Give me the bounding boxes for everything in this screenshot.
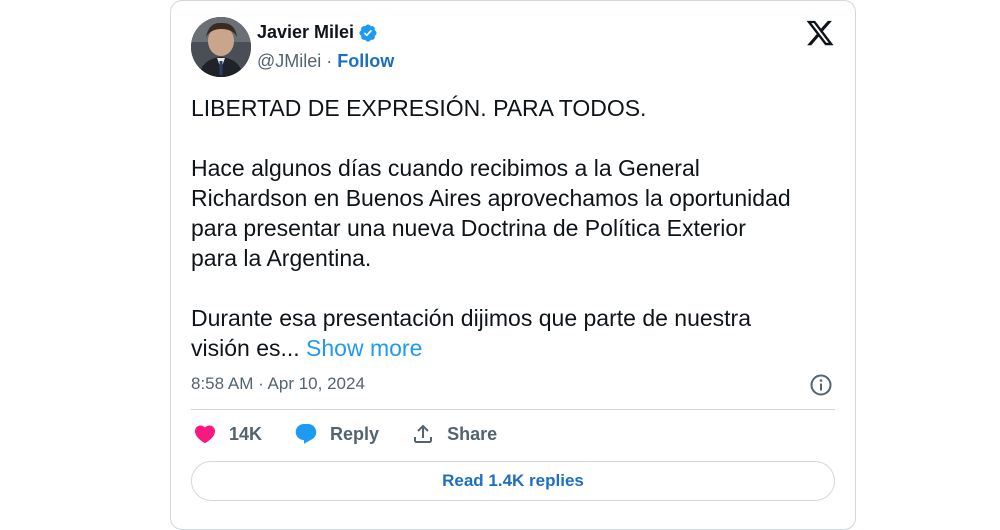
avatar-image [191, 17, 251, 77]
verified-badge-icon [359, 23, 377, 42]
author-handle[interactable]: @JMilei [257, 51, 321, 71]
author-name[interactable]: Javier Milei [257, 22, 354, 43]
tweet-timestamp[interactable]: 8:58 AM · Apr 10, 2024 [191, 374, 365, 394]
share-icon [414, 424, 433, 443]
like-button[interactable]: 14K [193, 422, 262, 446]
divider [191, 409, 835, 410]
reply-button[interactable]: Reply [294, 422, 379, 446]
tweet-line: para la Argentina. [191, 245, 372, 271]
share-button[interactable]: Share [411, 422, 497, 446]
tweet-line: Hace algunos días cuando recibimos a la … [191, 155, 700, 181]
avatar[interactable] [191, 17, 251, 77]
share-label: Share [447, 423, 498, 444]
reply-label: Reply [330, 423, 380, 444]
tweet-card: Javier Milei @JMilei · Follow LIBERTAD D… [170, 0, 856, 530]
author-handle-row: @JMilei · Follow [257, 51, 394, 72]
tweet-line: Richardson en Buenos Aires aprovechamos … [191, 185, 791, 211]
x-logo-icon[interactable] [805, 18, 835, 48]
reply-bubble-icon [295, 424, 317, 444]
tweet-truncated-text: visión es... [191, 335, 300, 361]
author-name-row: Javier Milei [257, 22, 378, 43]
heart-icon [194, 425, 216, 444]
tweet-line: para presentar una nueva Doctrina de Pol… [191, 215, 746, 241]
info-icon[interactable] [809, 373, 833, 397]
read-replies-button[interactable]: Read 1.4K replies [191, 461, 835, 501]
handle-separator: · [321, 51, 338, 71]
action-bar: 14K Reply Share [193, 422, 529, 446]
tweet-line-last: visión es... Show more [191, 333, 841, 363]
tweet-line: Durante esa presentación dijimos que par… [191, 305, 752, 331]
follow-button[interactable]: Follow [337, 51, 394, 71]
tweet-text: LIBERTAD DE EXPRESIÓN. PARA TODOS. Hace … [191, 93, 841, 363]
show-more-link[interactable]: Show more [306, 335, 422, 361]
likes-count: 14K [229, 423, 263, 444]
tweet-paragraph-1: LIBERTAD DE EXPRESIÓN. PARA TODOS. [191, 95, 647, 121]
